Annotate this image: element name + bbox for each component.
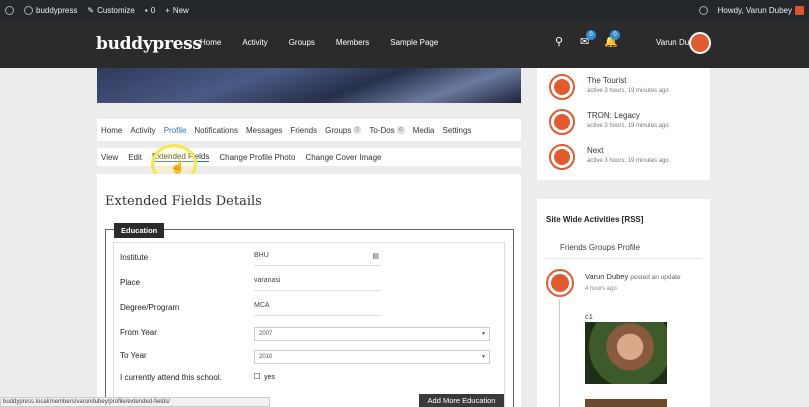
avatar[interactable] bbox=[689, 32, 711, 54]
comments-link[interactable]: ▪ 0 bbox=[140, 0, 160, 21]
profile-nav-activity[interactable]: Activity bbox=[130, 126, 155, 135]
field-label: I currently attend this school. bbox=[120, 373, 222, 382]
new-content-menu[interactable]: + New bbox=[160, 0, 194, 21]
profile-nav-messages[interactable]: Messages bbox=[246, 126, 282, 135]
education-fields: Institute BHU ▤ Place varanasi Degree/Pro… bbox=[113, 242, 505, 407]
brush-icon: ✎ bbox=[87, 6, 95, 15]
activity-time[interactable]: 4 hours ago bbox=[585, 286, 617, 292]
field-label: To Year bbox=[120, 351, 147, 360]
widget-title[interactable]: Site Wide Activities [RSS] bbox=[546, 215, 643, 224]
from-year-select[interactable]: 2007 ▼ bbox=[254, 327, 490, 341]
customize-link[interactable]: ✎ Customize bbox=[82, 0, 140, 21]
field-label: Degree/Program bbox=[120, 303, 180, 312]
activity-photo[interactable] bbox=[585, 322, 667, 384]
comment-icon: ▪ bbox=[144, 6, 148, 15]
checkbox-label: yes bbox=[264, 374, 275, 381]
profile-nav-home[interactable]: Home bbox=[101, 126, 122, 135]
pointer-cursor-icon: ☝ bbox=[170, 160, 185, 174]
messages-badge: 0 bbox=[586, 30, 596, 40]
extended-fields-panel: Extended Fields Details Education Instit… bbox=[97, 174, 521, 407]
my-account-menu[interactable]: Howdy, Varun Dubey bbox=[713, 0, 809, 21]
degree-input[interactable]: MCA bbox=[254, 302, 381, 316]
to-year-select[interactable]: 2010 ▼ bbox=[254, 350, 490, 364]
profile-nav-media[interactable]: Media bbox=[413, 126, 435, 135]
subnav-edit[interactable]: Edit bbox=[128, 153, 142, 162]
profile-nav-todos[interactable]: To-Dos 0 bbox=[369, 126, 405, 135]
site-name-menu[interactable]: buddypress bbox=[19, 0, 82, 21]
nav-groups[interactable]: Groups bbox=[289, 38, 315, 47]
activity-filter-tabs[interactable]: Friends Groups Profile bbox=[560, 243, 640, 252]
chevron-down-icon: ▼ bbox=[481, 354, 486, 360]
count-badge: 0 bbox=[396, 126, 405, 134]
place-input[interactable]: varanasi bbox=[254, 277, 381, 291]
nav-home[interactable]: Home bbox=[200, 38, 221, 47]
notification-count-icon bbox=[698, 6, 708, 15]
plus-icon: + bbox=[165, 6, 170, 15]
education-fieldset: Education Institute BHU ▤ Place varanasi … bbox=[105, 223, 514, 407]
timeline-line bbox=[559, 299, 560, 407]
site-header: buddypress Home Activity Groups Members … bbox=[0, 21, 809, 68]
section-legend: Education bbox=[114, 223, 165, 238]
institute-input[interactable]: BHU ▤ bbox=[254, 252, 381, 266]
activity-photo[interactable] bbox=[585, 399, 667, 407]
activity-content: c1 bbox=[585, 312, 593, 321]
subnav-view[interactable]: View bbox=[101, 153, 118, 162]
field-label: From Year bbox=[120, 328, 157, 337]
search-icon[interactable]: ⚲ bbox=[555, 35, 563, 48]
notifications-badge: 0 bbox=[610, 30, 620, 40]
profile-nav-notifications[interactable]: Notifications bbox=[194, 126, 238, 135]
nav-members[interactable]: Members bbox=[336, 38, 369, 47]
profile-nav-friends[interactable]: Friends bbox=[290, 126, 317, 135]
profile-nav: Home Activity Profile Notifications Mess… bbox=[97, 119, 521, 141]
avatar bbox=[795, 6, 804, 15]
wp-logo-menu[interactable] bbox=[0, 0, 19, 21]
field-label: Place bbox=[120, 278, 141, 287]
subnav-change-profile-photo[interactable]: Change Profile Photo bbox=[219, 153, 295, 162]
chevron-down-icon: ▼ bbox=[481, 331, 486, 337]
site-wide-activity-widget: Site Wide Activities [RSS] Friends Group… bbox=[537, 199, 710, 407]
field-label: Institute bbox=[120, 253, 149, 262]
avatar[interactable] bbox=[549, 74, 575, 100]
add-more-education-button[interactable]: Add More Education bbox=[419, 394, 504, 407]
main-nav: Home Activity Groups Members Sample Page bbox=[200, 38, 438, 47]
wordpress-icon bbox=[5, 6, 14, 15]
members-widget: The Tourist active 3 hours, 19 minutes a… bbox=[537, 68, 710, 180]
count-badge: 2 bbox=[353, 126, 362, 134]
activity-header: Varun Dubey posted an update bbox=[585, 272, 681, 281]
site-logo[interactable]: buddypress bbox=[96, 34, 202, 54]
browser-status-url: buddypress.local/members/varundubey/prof… bbox=[0, 397, 270, 407]
divider bbox=[546, 258, 701, 259]
profile-nav-settings[interactable]: Settings bbox=[442, 126, 471, 135]
currently-attend-checkbox[interactable] bbox=[254, 373, 260, 379]
avatar[interactable] bbox=[546, 269, 574, 297]
profile-nav-profile[interactable]: Profile bbox=[164, 126, 187, 135]
avatar[interactable] bbox=[549, 144, 575, 170]
page-title: Extended Fields Details bbox=[105, 194, 262, 209]
contact-card-icon: ▤ bbox=[372, 253, 379, 260]
avatar[interactable] bbox=[549, 109, 575, 135]
subnav-change-cover-image[interactable]: Change Cover Image bbox=[305, 153, 381, 162]
home-icon bbox=[24, 6, 33, 15]
cover-image bbox=[97, 68, 521, 103]
profile-nav-groups[interactable]: Groups 2 bbox=[325, 126, 362, 135]
admin-notifications[interactable] bbox=[694, 0, 713, 21]
nav-sample-page[interactable]: Sample Page bbox=[390, 38, 438, 47]
nav-activity[interactable]: Activity bbox=[242, 38, 267, 47]
wp-admin-bar: buddypress ✎ Customize ▪ 0 + New Howdy, Var… bbox=[0, 0, 809, 21]
